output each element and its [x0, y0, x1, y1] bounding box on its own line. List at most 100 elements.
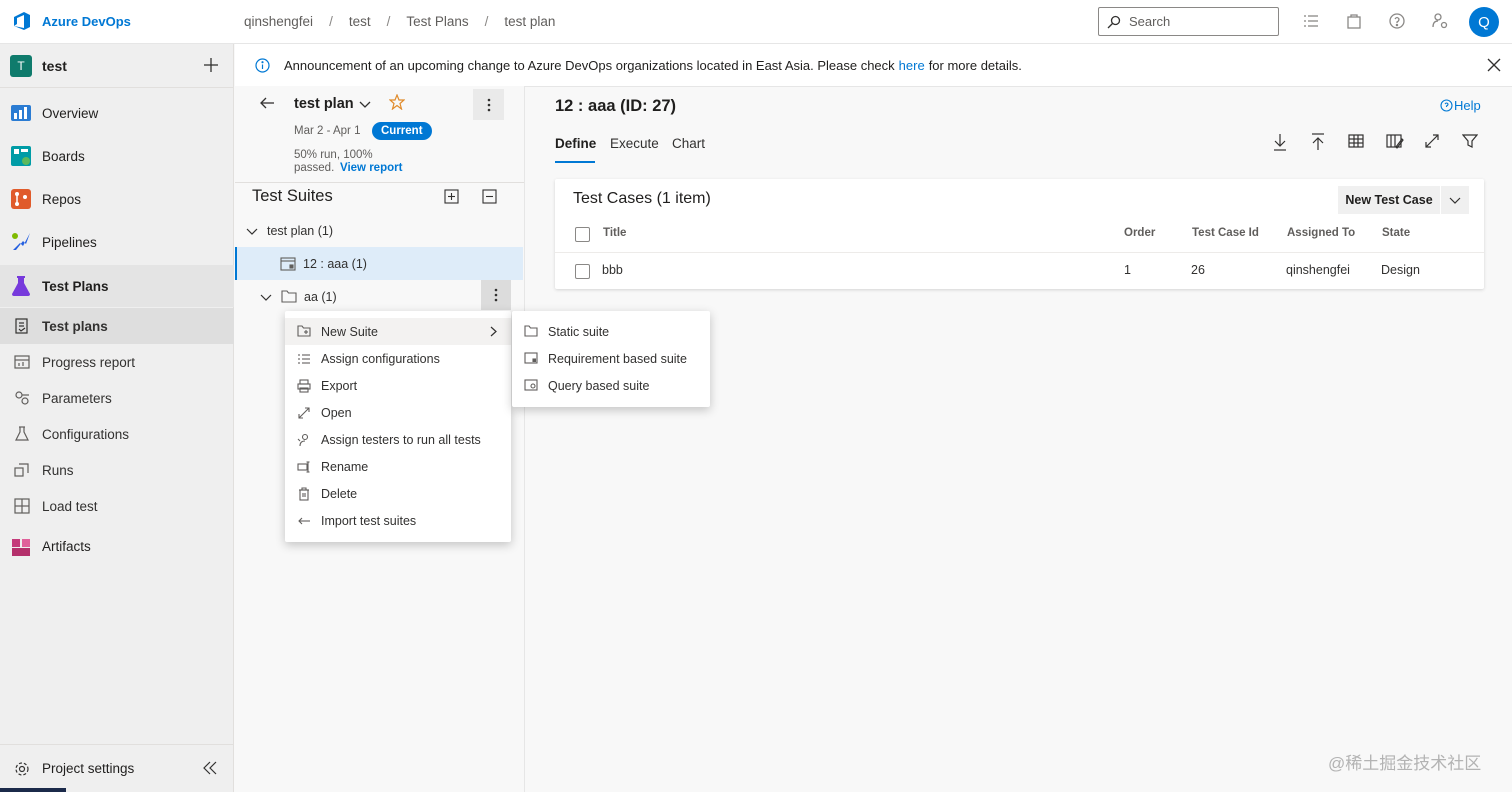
column-header-assigned-to[interactable]: Assigned To: [1287, 227, 1355, 239]
nav-overview[interactable]: Overview: [0, 92, 234, 134]
new-test-case-dropdown-button[interactable]: [1441, 186, 1469, 214]
menu-item-assign-configurations[interactable]: Assign configurations: [285, 345, 440, 372]
project-header[interactable]: T test: [0, 44, 234, 88]
artifacts-icon: [10, 535, 32, 557]
plan-name[interactable]: test plan: [294, 96, 354, 112]
column-header-order[interactable]: Order: [1124, 227, 1155, 239]
import-arrow-icon: [297, 514, 311, 528]
suite-more-actions-button[interactable]: [481, 280, 511, 310]
plan-dates: Mar 2 - Apr 1: [294, 125, 361, 137]
back-arrow-icon[interactable]: [259, 95, 275, 111]
nav-sub-parameters[interactable]: Parameters: [0, 380, 234, 416]
tree-item-selected-suite[interactable]: 12 : aaa (1): [235, 247, 523, 280]
help-icon[interactable]: [1388, 12, 1408, 32]
tree-item-root[interactable]: test plan (1): [235, 214, 523, 247]
configurations-flask-icon: [14, 426, 30, 442]
assign-testers-icon: [297, 433, 311, 447]
plan-summary-line1: 50% run, 100%: [294, 149, 373, 161]
brand[interactable]: Azure DevOps: [12, 11, 131, 31]
nav-sub-label: Test plans: [42, 318, 108, 334]
nav-pipelines[interactable]: Pipelines: [0, 221, 234, 263]
test-plan-document-icon: [14, 318, 30, 334]
breadcrumb-test-plan[interactable]: test plan: [504, 14, 555, 29]
column-header-title[interactable]: Title: [603, 227, 626, 239]
plan-summary-line2: passed.: [294, 162, 335, 174]
active-tab-indicator: [555, 161, 595, 163]
submenu-item-requirement-suite[interactable]: Requirement based suite: [512, 345, 687, 372]
expand-all-icon[interactable]: [444, 189, 459, 204]
user-settings-icon[interactable]: [1431, 12, 1451, 32]
upload-icon[interactable]: [1310, 133, 1330, 153]
row-checkbox[interactable]: [575, 264, 590, 279]
column-header-test-case-id[interactable]: Test Case Id: [1192, 227, 1259, 239]
breadcrumb-separator: /: [386, 14, 391, 29]
chevron-down-icon: [1449, 194, 1461, 206]
brand-name: Azure DevOps: [42, 13, 131, 29]
menu-item-rename[interactable]: Rename: [285, 453, 368, 480]
tree-item-label: test plan (1): [267, 223, 334, 238]
nav-test-plans[interactable]: Test Plans: [0, 265, 234, 307]
menu-item-export[interactable]: Export: [285, 372, 357, 399]
submenu-item-query-suite[interactable]: Query based suite: [512, 372, 649, 399]
nav-label: Artifacts: [42, 538, 91, 554]
nav-repos[interactable]: Repos: [0, 178, 234, 220]
view-report-link[interactable]: View report: [340, 162, 402, 174]
nav-sub-load-test[interactable]: Load test: [0, 488, 234, 524]
menu-item-new-suite[interactable]: New Suite: [285, 318, 511, 345]
nav-sub-test-plans[interactable]: Test plans: [0, 308, 234, 344]
column-header-state[interactable]: State: [1382, 227, 1410, 239]
column-options-icon[interactable]: [1386, 133, 1406, 153]
add-icon[interactable]: [202, 56, 222, 76]
star-icon[interactable]: [389, 94, 405, 110]
filter-icon[interactable]: [1462, 133, 1482, 153]
chevron-down-icon[interactable]: [260, 291, 272, 303]
nav-sub-configurations[interactable]: Configurations: [0, 416, 234, 452]
submenu-item-static-suite[interactable]: Static suite: [512, 318, 609, 345]
help-link[interactable]: Help: [1440, 98, 1481, 113]
nav-boards[interactable]: Boards: [0, 135, 234, 177]
download-icon[interactable]: [1272, 133, 1292, 153]
fullscreen-icon[interactable]: [1424, 133, 1444, 153]
print-icon: [297, 378, 311, 393]
breadcrumb-org[interactable]: qinshengfei: [244, 14, 313, 29]
grid-view-icon[interactable]: [1348, 133, 1368, 153]
new-test-case-button[interactable]: New Test Case: [1338, 186, 1440, 214]
plan-more-actions-button[interactable]: [473, 89, 504, 120]
tab-chart[interactable]: Chart: [672, 136, 705, 151]
breadcrumb-separator: /: [329, 14, 333, 29]
work-items-list-icon[interactable]: [1302, 12, 1322, 32]
chevron-down-icon[interactable]: [246, 225, 258, 237]
nav-label: Overview: [42, 105, 99, 121]
tree-item-label: aa (1): [304, 289, 337, 304]
menu-item-open[interactable]: Open: [285, 399, 352, 426]
search-box[interactable]: Search: [1098, 7, 1279, 36]
breadcrumb-test-plans[interactable]: Test Plans: [406, 14, 468, 29]
breadcrumb-project[interactable]: test: [349, 14, 371, 29]
close-icon[interactable]: [1487, 58, 1501, 72]
tree-item-label: 12 : aaa (1): [303, 256, 367, 271]
select-all-checkbox[interactable]: [575, 227, 590, 242]
announcement-link[interactable]: here: [899, 58, 925, 73]
test-suites-heading: Test Suites: [252, 187, 333, 205]
cell-order: 1: [1124, 263, 1131, 277]
folder-icon: [281, 290, 297, 303]
tree-item-aa-suite[interactable]: aa (1): [235, 280, 523, 313]
avatar[interactable]: Q: [1469, 7, 1499, 37]
tab-define[interactable]: Define: [555, 136, 596, 151]
breadcrumb-separator: /: [484, 14, 489, 29]
nav-sub-progress-report[interactable]: Progress report: [0, 344, 234, 380]
project-settings[interactable]: Project settings: [0, 744, 234, 792]
overview-icon: [10, 102, 32, 124]
menu-item-import-test-suites[interactable]: Import test suites: [285, 507, 416, 534]
collapse-all-icon[interactable]: [482, 189, 497, 204]
nav-sub-runs[interactable]: Runs: [0, 452, 234, 488]
cell-title[interactable]: bbb: [602, 263, 623, 277]
marketplace-bag-icon[interactable]: [1345, 12, 1365, 32]
chevron-down-icon[interactable]: [359, 98, 371, 110]
tab-execute[interactable]: Execute: [610, 136, 659, 151]
menu-item-delete[interactable]: Delete: [285, 480, 357, 507]
trash-icon: [297, 486, 311, 501]
collapse-nav-icon[interactable]: [202, 760, 218, 776]
menu-item-assign-testers[interactable]: Assign testers to run all tests: [285, 426, 481, 453]
nav-artifacts[interactable]: Artifacts: [0, 525, 234, 567]
